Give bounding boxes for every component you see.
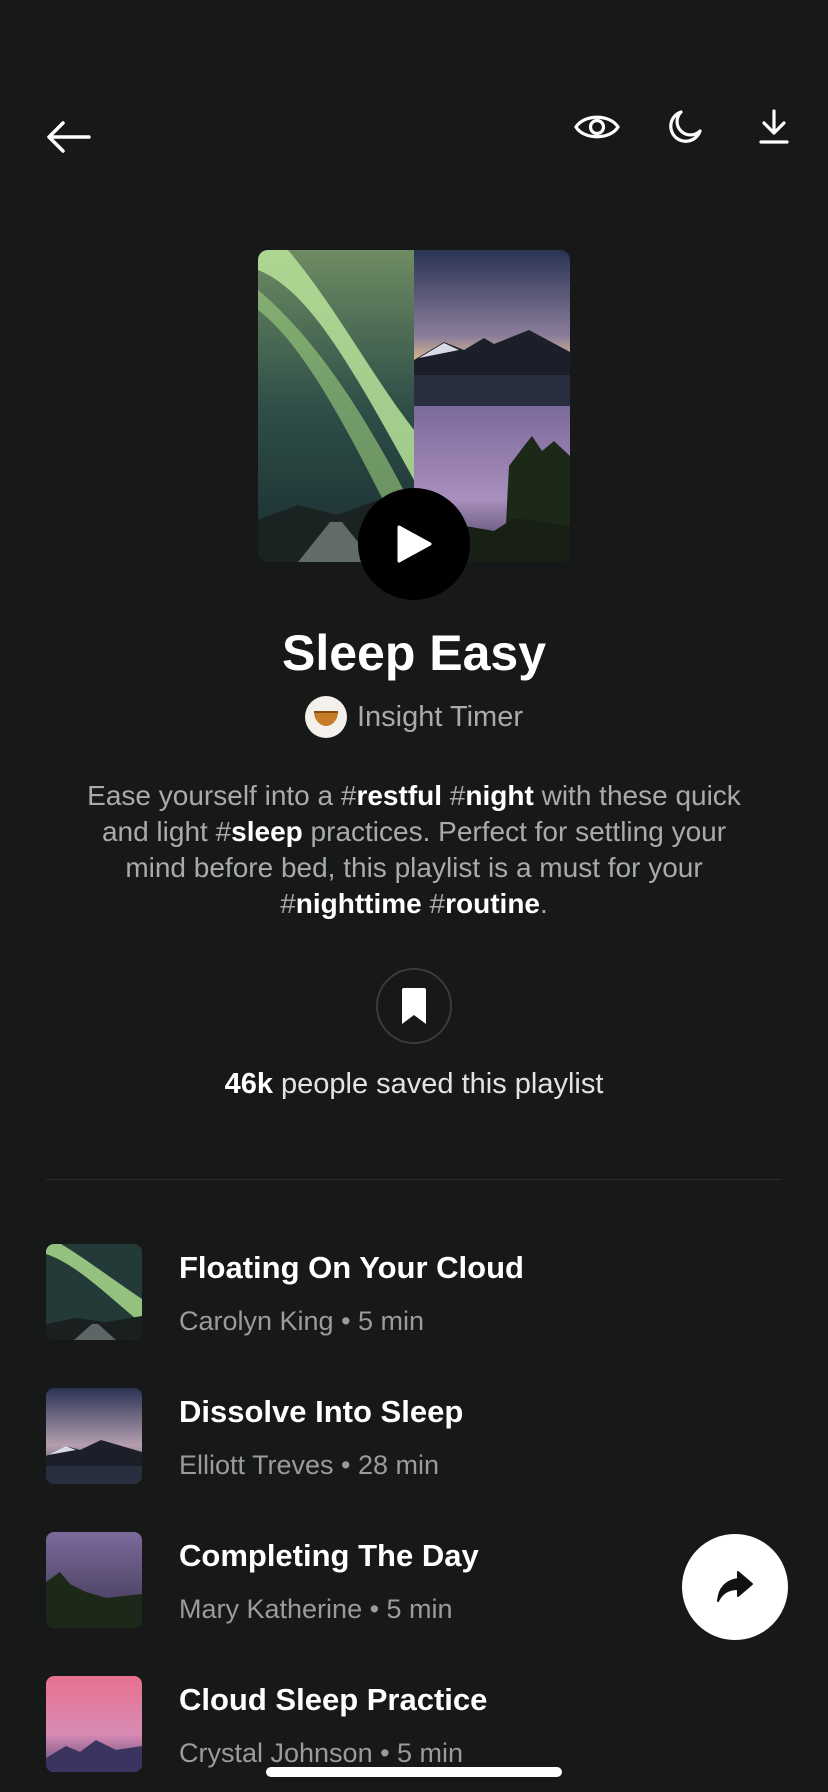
back-button[interactable] <box>36 105 100 169</box>
save-button[interactable] <box>376 968 452 1044</box>
track-thumbnail <box>46 1676 142 1772</box>
hashtag[interactable]: sleep <box>231 816 303 847</box>
playlist-screen: Sleep Easy Insight Timer Ease yourself i… <box>0 0 828 1792</box>
description-text: Ease yourself into a <box>87 780 341 811</box>
track-thumbnail <box>46 1388 142 1484</box>
top-bar <box>0 100 828 170</box>
hashtag[interactable]: restful <box>356 780 442 811</box>
saved-suffix: people saved this playlist <box>272 1068 604 1100</box>
track-item[interactable]: Completing The Day Mary Katherine • 5 mi… <box>46 1532 782 1676</box>
download-button[interactable] <box>742 95 806 159</box>
track-meta: Carolyn King • 5 min <box>179 1306 425 1336</box>
track-meta: Elliott Treves • 28 min <box>179 1450 440 1480</box>
eye-icon <box>574 115 620 139</box>
hashtag[interactable]: nighttime <box>296 888 422 919</box>
description-text: # <box>421 888 446 919</box>
author-avatar <box>305 696 347 738</box>
description-text: # <box>442 780 466 811</box>
bookmark-icon <box>402 988 426 1024</box>
track-thumbnail <box>46 1532 142 1628</box>
author-name: Insight Timer <box>357 700 523 733</box>
track-list: Floating On Your Cloud Carolyn King • 5 … <box>46 1244 782 1792</box>
download-icon <box>759 109 789 144</box>
track-thumbnail <box>46 1244 142 1340</box>
eye-button[interactable] <box>565 95 629 159</box>
mountain-lake-image <box>414 250 570 406</box>
hashtag[interactable]: night <box>465 780 533 811</box>
arrow-left-icon <box>47 121 91 153</box>
home-indicator[interactable] <box>266 1767 562 1777</box>
track-meta: Crystal Johnson • 5 min <box>179 1738 464 1768</box>
play-icon <box>397 525 432 563</box>
play-button[interactable] <box>358 488 470 600</box>
track-title: Completing The Day <box>179 1538 479 1573</box>
divider <box>46 1179 782 1180</box>
saved-count-text: 46k people saved this playlist <box>0 1068 828 1101</box>
singing-bowl-icon <box>314 711 338 726</box>
track-title: Dissolve Into Sleep <box>179 1394 464 1429</box>
description-text: . <box>540 888 548 919</box>
playlist-title: Sleep Easy <box>281 625 547 681</box>
track-item[interactable]: Dissolve Into Sleep Elliott Treves • 28 … <box>46 1388 782 1532</box>
author-link[interactable]: Insight Timer <box>0 696 828 738</box>
share-arrow-icon <box>717 1571 753 1602</box>
moon-icon <box>669 110 702 143</box>
track-title: Cloud Sleep Practice <box>179 1682 488 1717</box>
track-meta: Mary Katherine • 5 min <box>179 1594 453 1624</box>
share-button[interactable] <box>682 1534 788 1640</box>
sleep-mode-button[interactable] <box>653 95 717 159</box>
track-item[interactable]: Floating On Your Cloud Carolyn King • 5 … <box>46 1244 782 1388</box>
playlist-description: Ease yourself into a #restful #night wit… <box>70 778 758 922</box>
hashtag[interactable]: routine <box>445 888 540 919</box>
track-title: Floating On Your Cloud <box>179 1250 524 1285</box>
saved-count: 46k <box>224 1068 273 1100</box>
description-text: # <box>340 780 357 811</box>
